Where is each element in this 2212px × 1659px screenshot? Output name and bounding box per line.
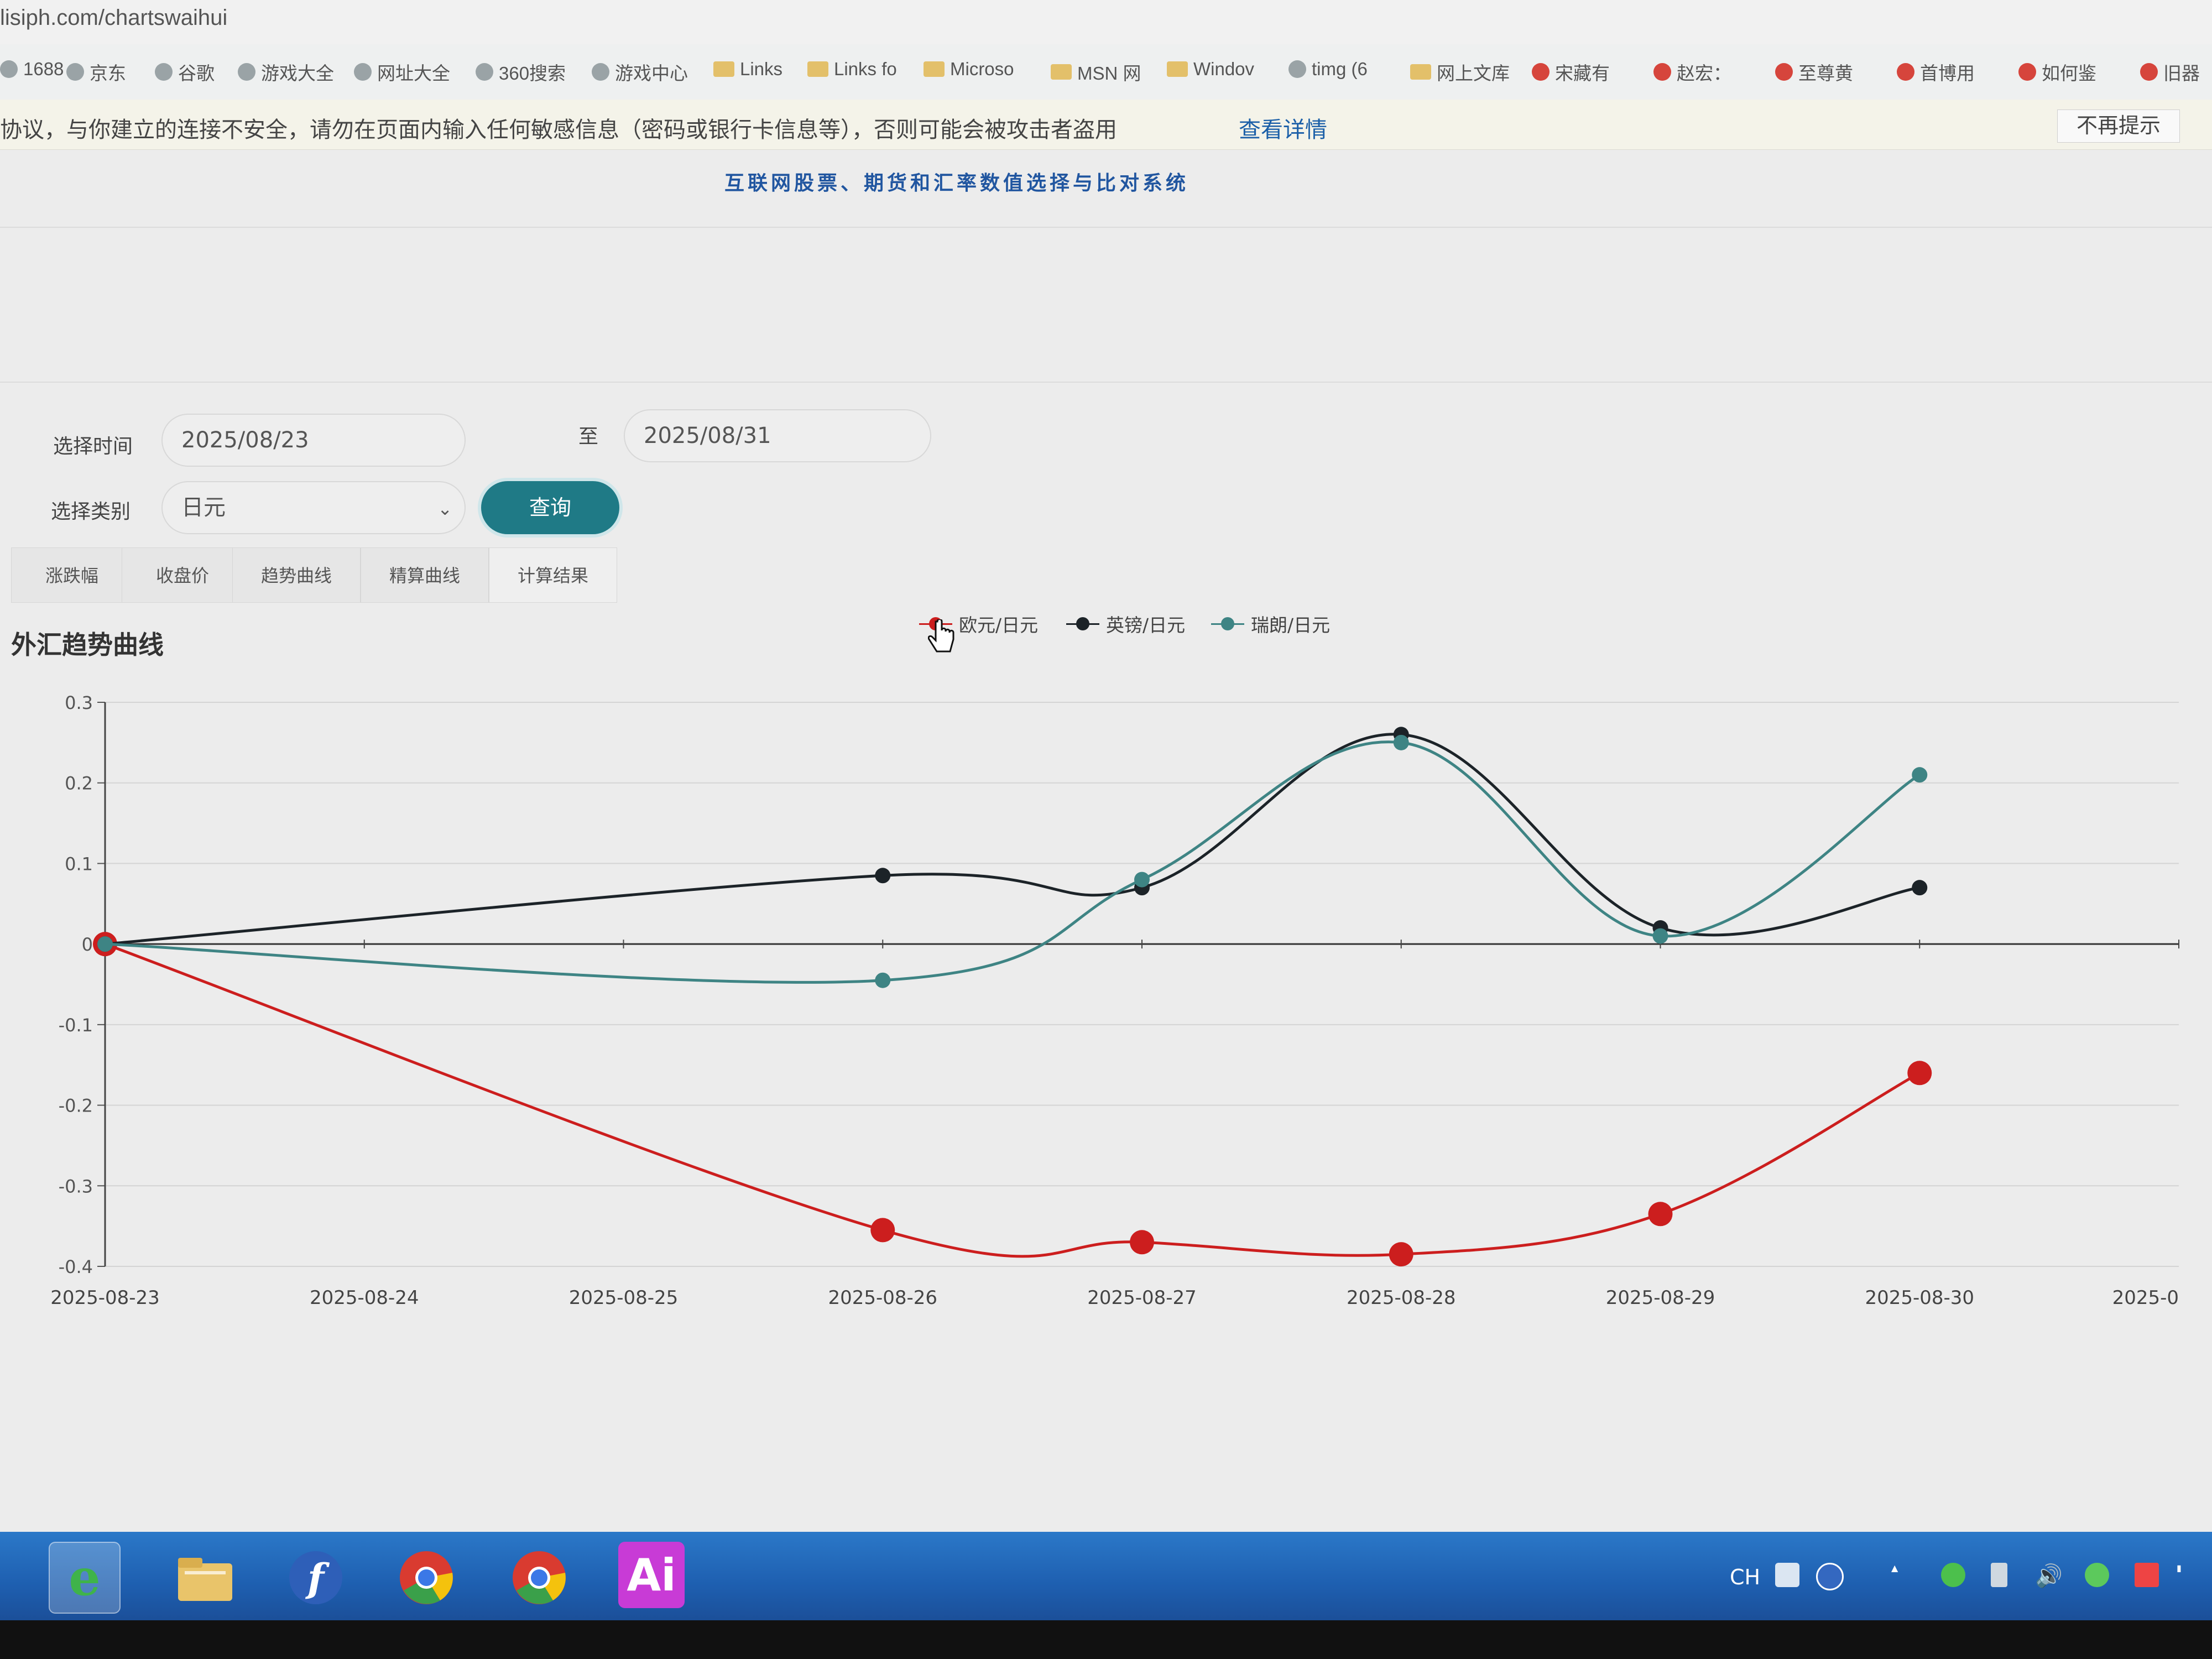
show-hidden-icons-icon[interactable]: ▲: [1891, 1563, 1916, 1587]
x-tick-label: 2025-08-28: [1347, 1287, 1456, 1309]
signal-icon[interactable]: ▮: [2177, 1563, 2201, 1587]
chrome-icon[interactable]: [503, 1542, 575, 1614]
data-point: [1648, 1202, 1673, 1227]
y-tick-label: 0.3: [65, 692, 93, 713]
data-point: [1389, 1242, 1413, 1267]
y-tick-label: -0.4: [59, 1256, 93, 1277]
x-tick-label: 2025-0: [2112, 1287, 2179, 1309]
x-tick-label: 2025-08-27: [1087, 1287, 1197, 1309]
y-tick-label: 0.2: [65, 773, 93, 794]
action-center-flag-icon[interactable]: [2135, 1563, 2159, 1587]
x-tick-label: 2025-08-30: [1865, 1287, 1974, 1309]
data-point: [1393, 734, 1409, 750]
y-tick-label: -0.3: [59, 1176, 93, 1197]
hand-cursor-icon: [928, 619, 954, 653]
series-line: [105, 740, 1921, 984]
data-point: [1134, 872, 1150, 888]
volume-icon[interactable]: 🔊: [2035, 1563, 2063, 1589]
help-icon[interactable]: [1816, 1563, 1844, 1590]
network-icon[interactable]: [2085, 1563, 2109, 1587]
file-explorer-icon[interactable]: [169, 1542, 241, 1614]
x-tick-label: 2025-08-23: [50, 1287, 160, 1309]
ai-app-icon[interactable]: Ai: [618, 1542, 685, 1608]
series-line: [105, 942, 1921, 1258]
data-point: [1652, 928, 1668, 944]
y-tick-label: 0.1: [65, 853, 93, 874]
forex-trend-chart: 0.3 0.2 0.1 0 -0.1 -0.2 -0.3 -0.4 2025-08-23 2025…: [50, 692, 2179, 1309]
x-tick-label: 2025-08-24: [310, 1287, 419, 1309]
battery-icon[interactable]: [1991, 1563, 2007, 1587]
flash-icon[interactable]: f: [280, 1542, 352, 1614]
series-line: [105, 733, 1920, 946]
data-point: [1912, 880, 1928, 896]
y-tick-label: 0: [82, 934, 93, 955]
keyboard-icon[interactable]: [1775, 1563, 1799, 1587]
data-point: [875, 972, 891, 988]
data-point: [97, 936, 113, 952]
security-icon[interactable]: [1941, 1563, 1965, 1587]
data-point: [1907, 1061, 1932, 1086]
chrome-icon[interactable]: [390, 1542, 462, 1614]
data-point: [870, 1218, 895, 1243]
data-point: [875, 868, 891, 884]
x-tick-label: 2025-08-25: [569, 1287, 679, 1309]
data-point: [1130, 1230, 1154, 1255]
input-language-indicator[interactable]: CH: [1730, 1565, 1760, 1589]
screen-bezel: [0, 1620, 2212, 1659]
ie-browser-icon[interactable]: e: [49, 1542, 121, 1614]
y-tick-label: -0.1: [59, 1015, 93, 1036]
taskbar: e f Ai CH ▲ 🔊 ▮: [0, 1532, 2212, 1620]
x-tick-label: 2025-08-26: [828, 1287, 937, 1309]
x-tick-label: 2025-08-29: [1606, 1287, 1715, 1309]
y-tick-label: -0.2: [59, 1095, 93, 1117]
data-point: [1912, 767, 1928, 783]
